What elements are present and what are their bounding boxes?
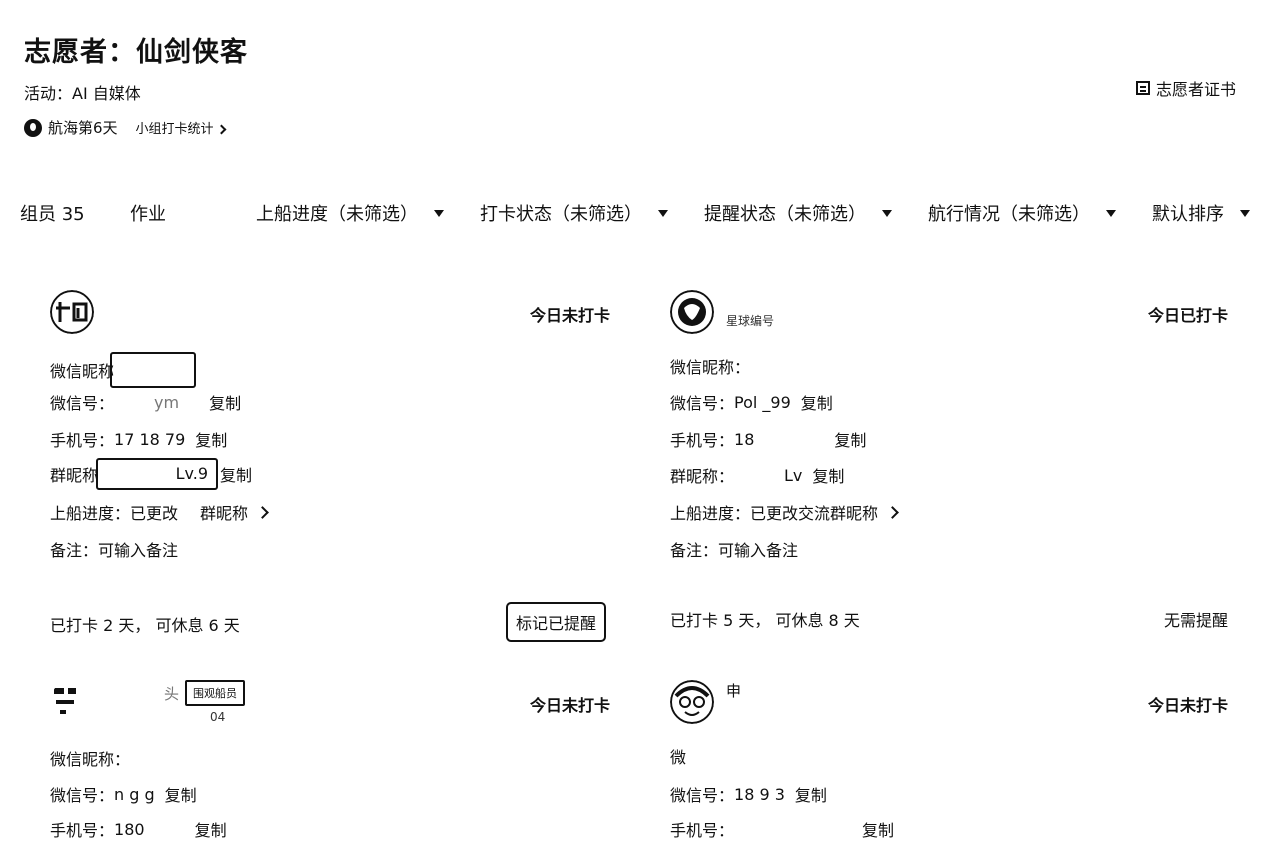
member-name: 头: [164, 684, 180, 703]
wechat-id-row: 微信号： n g g 复制: [50, 782, 197, 806]
member-card: 星球编号 今日已打卡 微信昵称： 微信号： Pol _99 复制 手机号： 18…: [670, 290, 1228, 640]
note-row[interactable]: 备注： 可输入备注: [50, 537, 178, 561]
boarding-row[interactable]: 上船进度： 已更改交流群昵称: [670, 500, 899, 524]
copy-button[interactable]: 复制: [801, 390, 833, 414]
checkin-status: 今日未打卡: [529, 306, 610, 325]
member-card: 申 今日未打卡 微 微信号： 18 9 3 复制 手机号： 复制: [670, 680, 1228, 842]
checkin-status: 今日未打卡: [529, 696, 610, 715]
phone-row: 手机号： 复制: [670, 817, 894, 841]
wechat-id-row: 微信号： ym 复制: [50, 390, 241, 414]
note-input[interactable]: 可输入备注: [98, 537, 178, 561]
checkin-status: 今日已打卡: [1147, 306, 1228, 325]
chevron-right-icon: [886, 505, 899, 519]
mark-reminded-button[interactable]: 标记已提醒: [505, 602, 606, 642]
filter-checkin[interactable]: 打卡状态（未筛选）: [480, 200, 668, 226]
tab-members[interactable]: 组员 35: [20, 200, 85, 226]
filter-reminder[interactable]: 提醒状态（未筛选）: [704, 200, 892, 226]
dropdown-arrow-icon: [434, 209, 444, 217]
wechat-nick-row: 微信昵称: [50, 352, 197, 388]
chevron-right-icon: [216, 124, 227, 135]
filter-bar: 组员 35 作业 上船进度（未筛选） 打卡状态（未筛选） 提醒状态（未筛选） 航…: [0, 200, 1280, 228]
boarding-row[interactable]: 上船进度： 已更改 群昵称: [50, 500, 269, 524]
group-nick-row: 群昵称 Lv.9 复制: [50, 458, 252, 490]
voyage-day: 航海第6天: [48, 119, 118, 137]
copy-button[interactable]: 复制: [220, 462, 252, 486]
member-sub: 星球编号: [726, 314, 775, 328]
group-nick-value: Lv.9: [96, 458, 219, 490]
certificate-label: 志愿者证书: [1155, 80, 1236, 99]
dropdown-arrow-icon: [1240, 209, 1250, 217]
copy-button[interactable]: 复制: [209, 390, 241, 414]
avatar[interactable]: [50, 680, 94, 724]
copy-button[interactable]: 复制: [812, 463, 844, 487]
wechat-id-row: 微信号： Pol _99 复制: [670, 390, 833, 414]
copy-button[interactable]: 复制: [165, 782, 197, 806]
wechat-id-row: 微信号： 18 9 3 复制: [670, 782, 827, 806]
chevron-right-icon: [256, 505, 269, 519]
reminder-status: 无需提醒: [1163, 611, 1228, 630]
wechat-nick-value: [110, 352, 197, 388]
copy-button[interactable]: 复制: [195, 817, 227, 841]
avatar[interactable]: [670, 680, 714, 724]
member-card: 今日未打卡 微信昵称 微信号： ym 复制 手机号： 17 18 79 复制 群…: [50, 290, 610, 642]
wechat-nick-row: 微信昵称：: [670, 358, 751, 377]
voyage-info: 航海第6天 小组打卡统计: [24, 117, 227, 138]
sort-dropdown[interactable]: 默认排序: [1152, 200, 1250, 226]
activity-label: 活动：AI 自媒体: [24, 84, 141, 103]
certificate-icon: [1135, 81, 1150, 95]
copy-button[interactable]: 复制: [862, 817, 894, 841]
checkin-summary: 已打卡 2 天， 可休息 6 天: [50, 616, 240, 635]
copy-button[interactable]: 复制: [834, 427, 866, 451]
member-name-row: 头 围观船员: [106, 680, 246, 706]
phone-row: 手机号： 180 复制: [50, 817, 227, 841]
copy-button[interactable]: 复制: [795, 782, 827, 806]
member-sub: 04: [210, 710, 226, 724]
checkin-status: 今日未打卡: [1147, 696, 1228, 715]
page-title: 志愿者：仙剑侠客: [24, 37, 248, 68]
filter-boarding[interactable]: 上船进度（未筛选）: [256, 200, 444, 226]
voyage-icon: [24, 118, 42, 137]
member-name: 申: [726, 682, 742, 700]
copy-button[interactable]: 复制: [195, 427, 227, 451]
dropdown-arrow-icon: [658, 209, 668, 217]
phone-row: 手机号： 17 18 79 复制: [50, 427, 227, 451]
note-row[interactable]: 备注： 可输入备注: [670, 537, 798, 561]
note-input[interactable]: 可输入备注: [718, 537, 798, 561]
avatar[interactable]: [50, 290, 94, 334]
avatar[interactable]: [670, 290, 714, 334]
wechat-nick-row: 微: [670, 748, 687, 767]
group-nick-row: 群昵称： Lv 复制: [670, 463, 844, 487]
checkin-summary: 已打卡 5 天， 可休息 8 天: [670, 611, 860, 630]
dropdown-arrow-icon: [1106, 209, 1116, 217]
tab-homework[interactable]: 作业: [130, 200, 166, 226]
filter-sailing[interactable]: 航行情况（未筛选）: [928, 200, 1116, 226]
certificate-button[interactable]: 志愿者证书: [1135, 76, 1236, 100]
group-stats-link[interactable]: 小组打卡统计: [136, 118, 227, 137]
phone-row: 手机号： 18 复制: [670, 427, 866, 451]
spectator-badge: 围观船员: [185, 680, 246, 706]
wechat-nick-row: 微信昵称：: [50, 750, 131, 769]
member-card: 头 围观船员 04 今日未打卡 微信昵称： 微信号： n g g 复制 手机号：…: [50, 680, 610, 842]
dropdown-arrow-icon: [882, 209, 892, 217]
